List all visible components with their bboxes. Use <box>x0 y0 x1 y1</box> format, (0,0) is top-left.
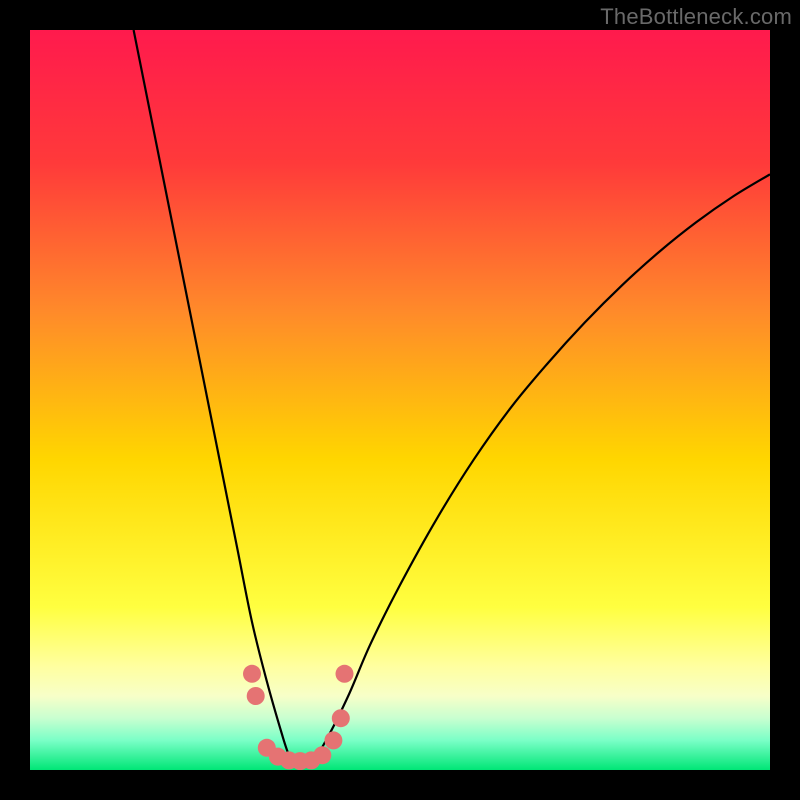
data-marker <box>332 709 350 727</box>
data-marker <box>247 687 265 705</box>
data-marker <box>313 746 331 764</box>
data-marker <box>324 731 342 749</box>
data-markers <box>243 665 354 770</box>
plot-area <box>30 30 770 770</box>
chart-frame: TheBottleneck.com <box>0 0 800 800</box>
data-marker <box>336 665 354 683</box>
data-marker <box>243 665 261 683</box>
curve-right-branch <box>296 174 770 766</box>
curve-left-branch <box>134 30 297 766</box>
watermark-text: TheBottleneck.com <box>600 4 792 30</box>
curve-layer <box>30 30 770 770</box>
